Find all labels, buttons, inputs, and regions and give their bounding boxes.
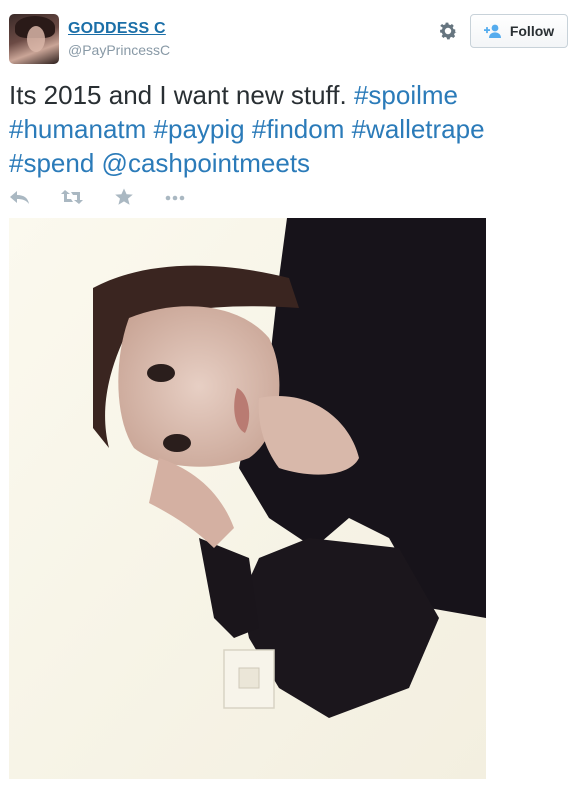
gear-icon[interactable] [437, 20, 459, 42]
hashtag-link[interactable]: #walletrape [352, 114, 485, 144]
hashtag-link[interactable]: #spoilme [354, 80, 458, 110]
tweet-photo[interactable] [9, 218, 486, 779]
retweet-icon[interactable] [61, 188, 83, 206]
star-icon[interactable] [113, 188, 135, 206]
avatar[interactable] [9, 14, 59, 64]
photo-face [118, 306, 280, 467]
avatar-face [27, 26, 45, 52]
add-user-icon [483, 24, 501, 38]
display-name[interactable]: GODDESS C [68, 20, 166, 38]
follow-button[interactable]: Follow [470, 14, 568, 48]
hashtag-link[interactable]: #paypig [154, 114, 245, 144]
more-icon[interactable] [164, 188, 186, 206]
tweet-card: GODDESS C @PayPrincessC Follow Its 2015 … [0, 0, 575, 787]
follow-label: Follow [509, 23, 555, 39]
photo-eye [147, 364, 175, 382]
screen-name[interactable]: @PayPrincessC [68, 42, 170, 58]
tweet-text-plain: Its 2015 and I want new stuff. [9, 80, 347, 110]
mention-link[interactable]: @cashpointmeets [102, 148, 311, 178]
hashtag-link[interactable]: #humanatm [9, 114, 146, 144]
photo-eye [163, 434, 191, 452]
hashtag-link[interactable]: #findom [252, 114, 345, 144]
photo-switch-toggle [238, 667, 260, 689]
hashtag-link[interactable]: #spend [9, 148, 94, 178]
reply-icon[interactable] [9, 188, 31, 206]
tweet-text: Its 2015 and I want new stuff. #spoilme … [9, 78, 569, 180]
